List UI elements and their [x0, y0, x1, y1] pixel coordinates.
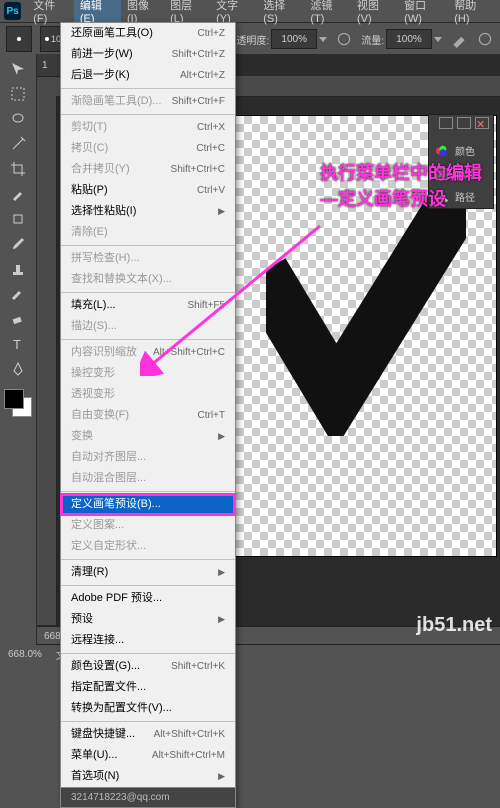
menu-preferences[interactable]: 首选项(N)▶: [61, 766, 235, 787]
menu-color-settings[interactable]: 颜色设置(G)...Shift+Ctrl+K: [61, 656, 235, 677]
menu-perspective-warp: 透视变形: [61, 384, 235, 405]
type-tool[interactable]: T: [5, 333, 31, 355]
flow-label: 流量:: [361, 32, 384, 47]
crop-tool[interactable]: [5, 158, 31, 180]
menu-remote-connections[interactable]: 远程连接...: [61, 630, 235, 651]
wand-tool[interactable]: [5, 133, 31, 155]
lasso-tool[interactable]: [5, 108, 31, 130]
menu-paste[interactable]: 粘贴(P)Ctrl+V: [61, 180, 235, 201]
stamp-tool[interactable]: [5, 258, 31, 280]
menu-transform: 变换▶: [61, 426, 235, 447]
chevron-down-icon[interactable]: [434, 37, 442, 42]
menu-step-forward[interactable]: 前进一步(W)Shift+Ctrl+Z: [61, 44, 235, 65]
menu-auto-blend: 自动混合图层...: [61, 468, 235, 489]
eraser-tool[interactable]: [5, 308, 31, 330]
menu-stroke: 描边(S)...: [61, 316, 235, 337]
app-logo: Ps: [4, 2, 21, 20]
menu-keyboard-shortcuts[interactable]: 键盘快捷键...Alt+Shift+Ctrl+K: [61, 724, 235, 745]
menu-presets[interactable]: 预设▶: [61, 609, 235, 630]
menu-purge[interactable]: 清理(R)▶: [61, 562, 235, 583]
menu-copy: 拷贝(C)Ctrl+C: [61, 138, 235, 159]
foreground-color-swatch[interactable]: [4, 389, 24, 409]
chevron-down-icon[interactable]: [319, 37, 327, 42]
pressure-size-icon[interactable]: [476, 30, 494, 48]
edit-menu-dropdown: 还原画笔工具(O)Ctrl+Z 前进一步(W)Shift+Ctrl+Z 后退一步…: [60, 22, 236, 808]
panel-restore-icon[interactable]: [457, 117, 471, 129]
opacity-input[interactable]: [271, 29, 317, 49]
menu-select[interactable]: 选择(S): [257, 0, 304, 28]
menu-fade: 渐隐画笔工具(D)...Shift+Ctrl+F: [61, 91, 235, 112]
menubar: Ps 文件(F) 编辑(E) 图像(I) 图层(L) 文字(Y) 选择(S) 滤…: [0, 0, 500, 23]
flow-input[interactable]: [386, 29, 432, 49]
airbrush-icon[interactable]: [450, 30, 468, 48]
checkmark-artwork: [266, 176, 466, 436]
annotation-text: 执行菜单栏中的编辑 —定义画笔预设: [320, 160, 482, 212]
tool-preset-picker[interactable]: [6, 26, 32, 52]
menu-auto-align: 自动对齐图层...: [61, 447, 235, 468]
menu-menus[interactable]: 菜单(U)...Alt+Shift+Ctrl+M: [61, 745, 235, 766]
menu-help[interactable]: 帮助(H): [448, 0, 496, 28]
menu-window[interactable]: 窗口(W): [398, 0, 448, 28]
panel-minimize-icon[interactable]: [439, 117, 453, 129]
pressure-opacity-icon[interactable]: [335, 30, 353, 48]
menu-copy-merged: 合并拷贝(Y)Shift+Ctrl+C: [61, 159, 235, 180]
menu-fill[interactable]: 填充(L)...Shift+F5: [61, 295, 235, 316]
heal-tool[interactable]: [5, 208, 31, 230]
menu-free-transform: 自由变换(F)Ctrl+T: [61, 405, 235, 426]
menu-puppet-warp: 操控变形: [61, 363, 235, 384]
menu-convert-profile[interactable]: 转换为配置文件(V)...: [61, 698, 235, 719]
ruler-vertical[interactable]: [36, 96, 57, 625]
panel-tab-color[interactable]: 颜色: [429, 139, 493, 162]
watermark: jb51.net: [416, 614, 492, 637]
svg-text:T: T: [13, 337, 21, 352]
menu-cut: 剪切(T)Ctrl+X: [61, 117, 235, 138]
menu-content-aware-scale: 内容识别缩放Alt+Shift+Ctrl+C: [61, 342, 235, 363]
menu-define-pattern: 定义图案...: [61, 515, 235, 536]
menu-find-replace: 查找和替换文本(X)...: [61, 269, 235, 290]
color-swatches[interactable]: [4, 389, 32, 417]
pen-tool[interactable]: [5, 358, 31, 380]
toolbox: T: [0, 54, 37, 645]
eyedropper-tool[interactable]: [5, 183, 31, 205]
menu-step-backward[interactable]: 后退一步(K)Alt+Ctrl+Z: [61, 65, 235, 86]
menu-clear: 清除(E): [61, 222, 235, 243]
menu-spell-check: 拼写检查(H)...: [61, 248, 235, 269]
menu-filter[interactable]: 滤镜(T): [304, 0, 351, 28]
brush-tool[interactable]: [5, 233, 31, 255]
panel-close-icon[interactable]: ✕: [475, 117, 489, 129]
menu-account-footer: 3214718223@qq.com: [61, 787, 235, 807]
move-tool[interactable]: [5, 58, 31, 80]
ruler-corner: [36, 76, 57, 97]
menu-define-shape: 定义自定形状...: [61, 536, 235, 557]
menu-assign-profile[interactable]: 指定配置文件...: [61, 677, 235, 698]
menu-pdf-presets[interactable]: Adobe PDF 预设...: [61, 588, 235, 609]
menu-undo[interactable]: 还原画笔工具(O)Ctrl+Z: [61, 23, 235, 44]
history-brush-tool[interactable]: [5, 283, 31, 305]
zoom-readout[interactable]: 668.0%: [8, 649, 42, 660]
menu-paste-special[interactable]: 选择性粘贴(I)▶: [61, 201, 235, 222]
menu-view[interactable]: 视图(V): [351, 0, 398, 28]
blend-mode-select[interactable]: 不透明度:: [226, 29, 327, 49]
marquee-tool[interactable]: [5, 83, 31, 105]
menu-define-brush-preset[interactable]: 定义画笔预设(B)...: [61, 494, 235, 515]
